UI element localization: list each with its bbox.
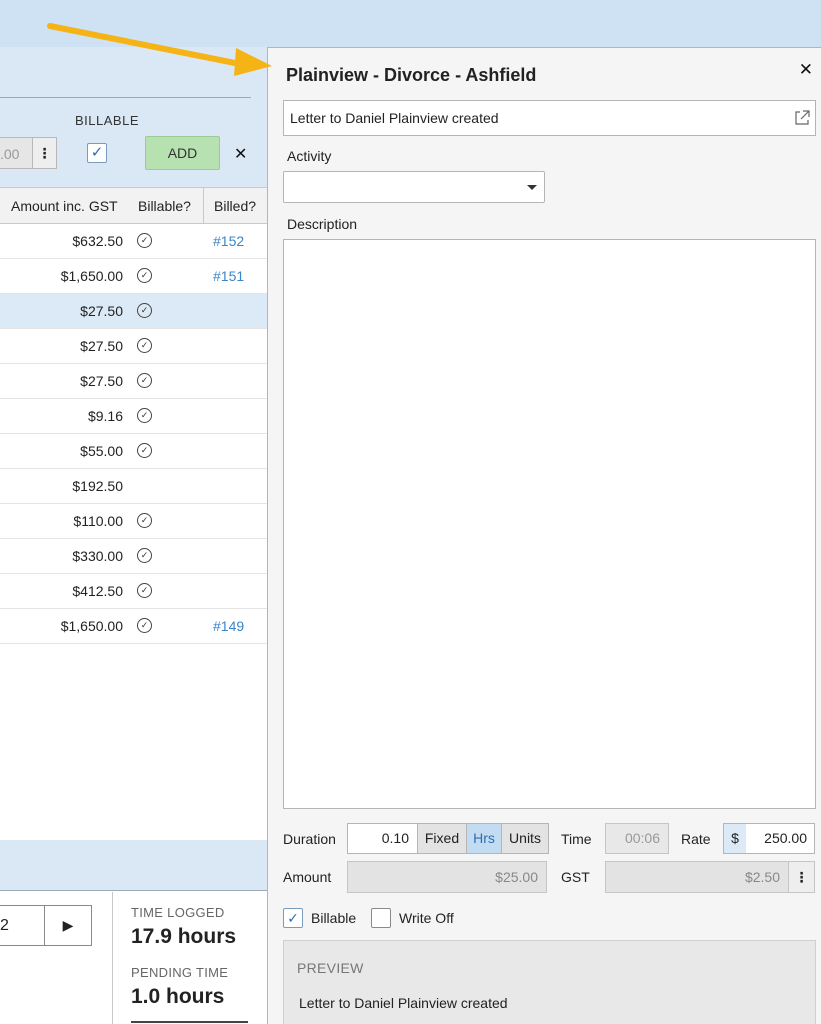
row-amount: $412.50 [72,583,123,599]
more-options-icon[interactable]: ⋮ [32,138,56,168]
row-amount: $110.00 [73,513,123,529]
time-label: Time [561,831,592,847]
panel-title: Plainview - Divorce - Ashfield [286,65,537,85]
column-billable[interactable]: Billable? [138,198,191,214]
invoice-link[interactable]: #151 [213,268,244,284]
write-off-checkbox[interactable] [371,908,391,928]
table-row[interactable]: $9.16 ✓ [0,399,268,434]
check-circle-icon: ✓ [137,583,152,598]
row-amount: $1,650.00 [60,618,123,634]
gst-input: $2.50 [605,861,789,893]
table-row[interactable]: $27.50 ✓ [0,294,268,329]
pending-time-label: PENDING TIME [131,965,229,980]
amount-label: Amount [283,869,332,885]
row-amount: $55.00 [80,443,123,459]
table-header: Amount inc. GST Billable? Billed? [0,187,268,224]
activity-label: Activity [287,148,332,164]
time-entry-panel: Plainview - Divorce - Ashfield ✕ Letter … [267,47,821,1024]
check-circle-icon: ✓ [137,373,152,388]
table-row[interactable]: $412.50 ✓ [0,574,268,609]
stat-underline [131,1021,248,1023]
caret-down-icon [527,185,537,190]
table-row[interactable]: $27.50 ✓ [0,364,268,399]
billable-checkbox[interactable]: ✓ [87,143,107,163]
column-amount[interactable]: Amount inc. GST [11,198,118,214]
description-label: Description [287,216,358,232]
preview-text: Letter to Daniel Plainview created [299,995,508,1011]
table-row[interactable]: $1,650.00 ✓ #151 [0,259,268,294]
rate-currency: $ [724,824,746,853]
check-circle-icon: ✓ [137,443,152,458]
amount-input: $25.00 [347,861,547,893]
close-icon[interactable]: ✕ [234,144,247,164]
footer-divider [112,892,113,1024]
play-right-icon: ▶ [62,917,74,933]
top-bar [0,0,268,47]
table-body: $632.50 ✓ #152 $1,650.00 ✓ #151 $27.50 ✓ $27.50 ✓… [0,224,268,644]
rate-input[interactable]: $ 250.00 [723,823,815,854]
write-off-label: Write Off [399,910,454,926]
add-button[interactable]: ADD [145,136,220,170]
check-circle-icon: ✓ [137,548,152,563]
billable-checkbox[interactable]: ✓ [283,908,303,928]
table-row[interactable]: $330.00 ✓ [0,539,268,574]
next-page-button[interactable]: ▶ [44,905,92,946]
table-row[interactable]: $27.50 ✓ [0,329,268,364]
row-amount: $1,650.00 [60,268,123,284]
rate-value: 250.00 [764,830,807,846]
unit-hrs-button[interactable]: Hrs [466,823,502,854]
table-row[interactable]: $632.50 ✓ #152 [0,224,268,259]
external-link-icon[interactable] [793,109,811,127]
time-logged-value: 17.9 hours [131,925,237,948]
page-number-input[interactable]: 2 [0,905,45,946]
gst-label: GST [561,869,590,885]
check-circle-icon: ✓ [137,408,152,423]
billable-column-header: BILLABLE [75,113,139,128]
unit-units-button[interactable]: Units [501,823,549,854]
table-row[interactable]: $110.00 ✓ [0,504,268,539]
row-amount: $27.50 [80,373,123,389]
pending-time-value: 1.0 hours [131,985,225,1008]
activity-select[interactable] [283,171,545,203]
row-amount: $192.50 [72,478,123,494]
time-input: 00:06 [605,823,669,854]
time-entries-table: Amount inc. GST Billable? Billed? $632.5… [0,187,268,644]
invoice-link[interactable]: #152 [213,233,244,249]
description-textarea[interactable] [283,239,816,809]
row-amount: $27.50 [80,303,123,319]
time-logged-label: TIME LOGGED [131,905,225,920]
check-circle-icon: ✓ [137,303,152,318]
check-circle-icon: ✓ [137,618,152,633]
table-row[interactable]: $192.50 [0,469,268,504]
check-circle-icon: ✓ [137,513,152,528]
check-circle-icon: ✓ [137,233,152,248]
table-row[interactable]: $1,650.00 ✓ #149 [0,609,268,644]
table-empty-area [0,644,268,840]
check-circle-icon: ✓ [137,338,152,353]
preview-header: PREVIEW [297,960,364,976]
rate-stub-value: .00 [0,146,20,162]
invoice-link[interactable]: #149 [213,618,244,634]
close-icon[interactable]: ✕ [799,60,813,80]
subject-value: Letter to Daniel Plainview created [290,110,499,126]
rate-stub-input[interactable]: .00 ⋮ [0,137,57,169]
header-divider [0,97,251,98]
check-circle-icon: ✓ [137,268,152,283]
row-amount: $632.50 [72,233,123,249]
rate-label: Rate [681,831,711,847]
duration-input[interactable]: 0.10 [347,823,418,854]
column-billed[interactable]: Billed? [214,198,256,214]
preview-box: PREVIEW Letter to Daniel Plainview creat… [283,940,816,1024]
unit-fixed-button[interactable]: Fixed [417,823,467,854]
row-amount: $9.16 [87,408,123,424]
row-amount: $330.00 [72,548,123,564]
billable-label: Billable [311,910,357,926]
table-row[interactable]: $55.00 ✓ [0,434,268,469]
more-options-icon[interactable]: ⋮ [788,861,815,893]
table-footer-band [0,840,268,890]
row-amount: $27.50 [80,338,123,354]
subject-field[interactable]: Letter to Daniel Plainview created [283,100,816,136]
column-separator [203,188,204,224]
duration-label: Duration [283,831,336,847]
